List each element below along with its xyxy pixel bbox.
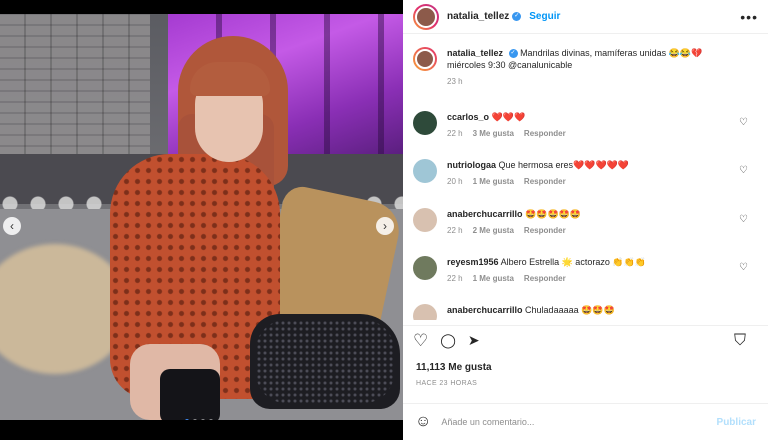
caption-username[interactable]: natalia_tellez — [447, 48, 503, 58]
like-comment-icon[interactable]: ♡ — [739, 214, 748, 225]
comment-time: 22 h — [447, 129, 463, 138]
verified-icon: ✓ — [512, 12, 522, 21]
reply-button[interactable]: Responder — [524, 177, 566, 186]
comment-composer: ☺ Publicar — [403, 403, 768, 440]
comment-likes[interactable]: 1 Me gusta — [473, 274, 514, 283]
comment-text: 🤩🤩🤩🤩🤩 — [525, 209, 582, 219]
carousel-dot[interactable] — [201, 419, 205, 420]
commenter-avatar[interactable] — [413, 256, 437, 280]
comment-row: anaberchucarrillo 🤩🤩🤩🤩🤩 22 h 2 Me gusta Re… — [413, 208, 758, 235]
caption-timestamp: 23 h — [447, 77, 463, 86]
comment-likes[interactable]: 3 Me gusta — [473, 129, 514, 138]
save-icon[interactable]: ⛉ — [734, 332, 746, 350]
boot — [160, 369, 220, 420]
verified-icon: ✓ — [508, 49, 518, 59]
post-date: HACE 23 HORAS — [416, 380, 478, 387]
comment-likes[interactable]: 1 Me gusta — [473, 177, 514, 186]
comment-text: Que hermosa eres❤️❤️❤️❤️❤️ — [498, 160, 630, 170]
comment-input[interactable] — [441, 417, 692, 427]
caption-text: natalia_tellez ✓ Mandrilas divinas, mamí… — [447, 47, 737, 71]
post-sidebar: natalia_tellez ✓ Seguir ••• natalia_tell… — [403, 0, 768, 440]
carousel-dot[interactable] — [209, 419, 213, 420]
sequin-bag — [250, 314, 400, 409]
comment-icon[interactable]: ◯ — [440, 332, 456, 349]
more-options-icon[interactable]: ••• — [740, 9, 758, 25]
reply-button[interactable]: Responder — [524, 226, 566, 235]
author-username[interactable]: natalia_tellez — [447, 11, 509, 22]
comment-likes[interactable]: 2 Me gusta — [473, 226, 514, 235]
comment-time: 22 h — [447, 226, 463, 235]
comment-username[interactable]: anaberchucarrillo — [447, 209, 523, 219]
carousel-prev-button[interactable]: ‹ — [3, 217, 21, 235]
bangs — [190, 62, 270, 96]
commenter-avatar[interactable] — [413, 111, 437, 135]
like-comment-icon[interactable]: ♡ — [739, 262, 748, 273]
author-avatar-small[interactable] — [413, 47, 437, 71]
reply-button[interactable]: Responder — [524, 129, 566, 138]
comment-username[interactable]: ccarlos_o — [447, 112, 489, 122]
comment-username[interactable]: reyesm1956 — [447, 257, 499, 267]
action-bar: ♡ ◯ ➤ ⛉ — [403, 325, 768, 355]
caption-row: natalia_tellez ✓ Mandrilas divinas, mamí… — [413, 47, 758, 86]
like-comment-icon[interactable]: ♡ — [739, 165, 748, 176]
carousel-dot[interactable] — [185, 419, 189, 420]
comment-row: nutriologaa Que hermosa eres❤️❤️❤️❤️❤️ 2… — [413, 159, 758, 186]
reply-button[interactable]: Responder — [524, 274, 566, 283]
comments-list[interactable]: natalia_tellez ✓ Mandrilas divinas, mamí… — [403, 35, 768, 320]
comment-text: ❤️❤️❤️ — [491, 112, 526, 122]
post-header: natalia_tellez ✓ Seguir ••• — [403, 0, 768, 34]
carousel-dot[interactable] — [193, 419, 197, 420]
comment-text: Chuladaaaaa 🤩🤩🤩 — [525, 305, 615, 315]
carousel-next-button[interactable]: › — [376, 217, 394, 235]
like-icon[interactable]: ♡ — [413, 331, 428, 351]
comment-time: 22 h — [447, 274, 463, 283]
commenter-avatar[interactable] — [413, 159, 437, 183]
share-icon[interactable]: ➤ — [468, 332, 480, 349]
emoji-icon[interactable]: ☺ — [415, 413, 431, 431]
comment-time: 20 h — [447, 177, 463, 186]
commenter-avatar[interactable] — [413, 208, 437, 232]
comment-row: anaberchucarrillo Chuladaaaaa 🤩🤩🤩 — [413, 304, 758, 320]
caption-body: Mandrilas divinas, mamíferas unidas 😂😂💔 — [520, 48, 703, 58]
comment-text: Albero Estrella 🌟 actorazo 👏👏👏 — [500, 257, 646, 267]
likes-count[interactable]: 11,113 Me gusta — [416, 362, 492, 373]
comment-username[interactable]: nutriologaa — [447, 160, 496, 170]
author-avatar[interactable] — [413, 3, 439, 30]
publish-button[interactable]: Publicar — [717, 417, 756, 428]
caption-line-2: miércoles 9:30 @canalunicable — [447, 60, 573, 70]
like-comment-icon[interactable]: ♡ — [739, 117, 748, 128]
commenter-avatar[interactable] — [413, 304, 437, 320]
post-photo[interactable]: ‹ › — [0, 14, 403, 420]
comment-username[interactable]: anaberchucarrillo — [447, 305, 523, 315]
carousel-dots — [185, 419, 213, 420]
comment-row: ccarlos_o ❤️❤️❤️ 22 h 3 Me gusta Responder… — [413, 111, 758, 138]
follow-button[interactable]: Seguir — [529, 11, 560, 22]
comment-row: reyesm1956 Albero Estrella 🌟 actorazo 👏👏… — [413, 256, 758, 283]
